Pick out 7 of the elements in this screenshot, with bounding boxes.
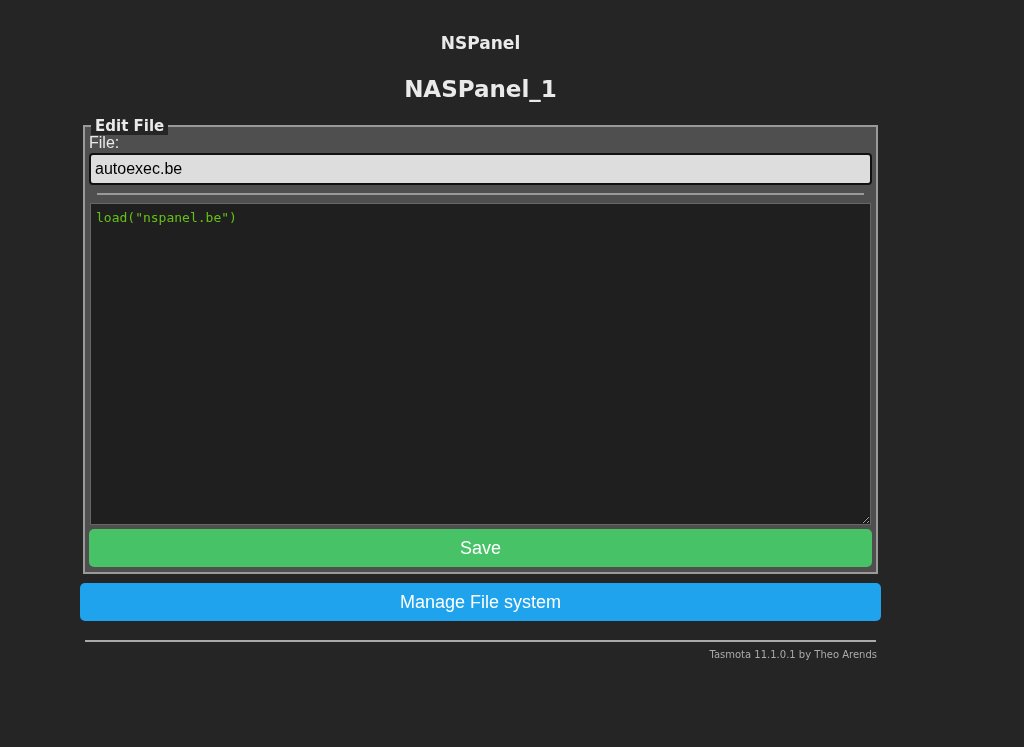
panel-legend: Edit File (91, 117, 169, 135)
code-editor[interactable]: load("nspanel.be") (90, 203, 871, 525)
device-type-title: NSPanel (440, 32, 521, 54)
device-name-title: NASPanel_1 (404, 75, 557, 104)
file-name-field[interactable]: autoexec.be (89, 153, 872, 185)
footer-version-text: Tasmota 11.1.0.1 by Theo Arends (709, 648, 877, 662)
file-label: File: (89, 135, 121, 151)
